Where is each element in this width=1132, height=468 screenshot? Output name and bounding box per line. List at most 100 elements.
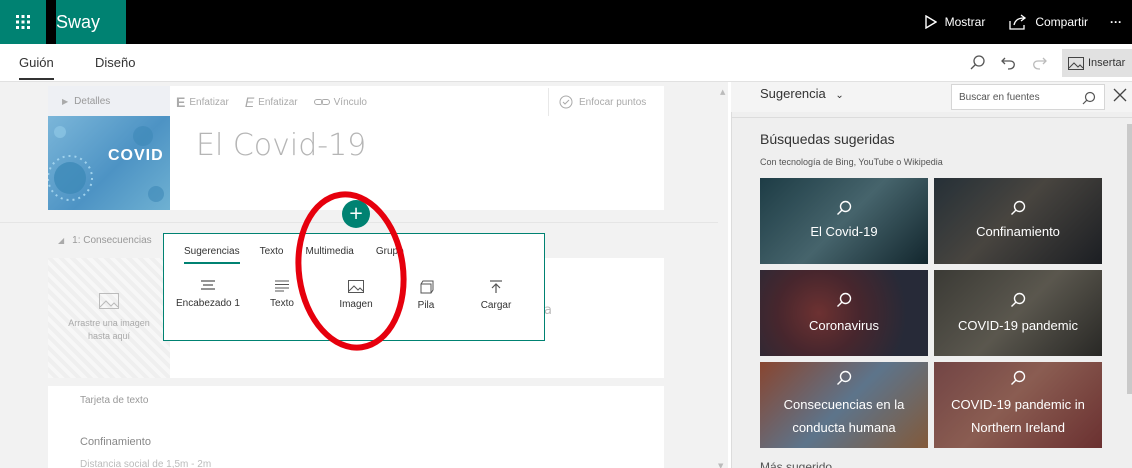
- text-card-heading[interactable]: Confinamiento: [80, 436, 151, 448]
- text-label: Texto: [270, 298, 294, 309]
- insert-card-popup: Sugerencias Texto Multimedia Grupo Encab…: [163, 233, 545, 341]
- insert-label: Insertar: [1088, 57, 1126, 69]
- share-label: Compartir: [1035, 15, 1088, 29]
- title-background-image[interactable]: COVID: [48, 116, 170, 210]
- storyline-scrollbar[interactable]: [718, 82, 728, 468]
- add-card-button[interactable]: +: [342, 200, 370, 228]
- focus-icon: [559, 95, 573, 109]
- format-toolbar: E Enfatizar E Enfatizar Vínculo: [176, 90, 367, 114]
- tile-label-line-1: Consecuencias en la: [783, 397, 905, 412]
- suggestion-tile-behaviour[interactable]: Consecuencias en la conducta humana: [760, 362, 928, 448]
- text-card-label: Tarjeta de texto: [80, 395, 149, 406]
- details-label: Detalles: [74, 95, 111, 107]
- emphasize-label: Enfatizar: [189, 96, 229, 108]
- ellipsis-icon: ···: [1110, 15, 1122, 29]
- story-title[interactable]: El Covid-19: [196, 128, 366, 163]
- share-icon: [1009, 14, 1027, 30]
- link-icon: [313, 99, 330, 105]
- focus-points-button[interactable]: Enfocar puntos: [548, 88, 662, 116]
- section-label: 1: Consecuencias: [72, 234, 152, 246]
- image-placeholder-icon: [99, 293, 119, 309]
- scroll-down-icon[interactable]: ▼: [718, 462, 723, 468]
- scroll-up-icon[interactable]: ▲: [720, 88, 725, 96]
- show-button[interactable]: Mostrar: [913, 0, 998, 44]
- tab-design[interactable]: Diseño: [95, 44, 135, 82]
- stack-option[interactable]: Pila: [390, 280, 462, 311]
- details-toggle[interactable]: ▶ Detalles: [48, 86, 170, 116]
- italic-e-icon: E: [244, 94, 255, 110]
- play-icon: [924, 15, 937, 29]
- image-drop-text: Arrastre una imagen hasta aquí: [68, 317, 150, 343]
- upload-option[interactable]: Cargar: [462, 280, 530, 311]
- heading-1-option[interactable]: Encabezado 1: [174, 280, 242, 311]
- text-option[interactable]: Texto: [242, 280, 322, 311]
- suggestion-tile-northern-ireland[interactable]: COVID-19 pandemic in Northern Ireland: [934, 362, 1102, 448]
- stack-label: Pila: [417, 300, 435, 311]
- top-actions: Mostrar Compartir ···: [913, 0, 1132, 44]
- search-icon[interactable]: [969, 54, 987, 72]
- upload-icon: [490, 280, 502, 293]
- text-card-body[interactable]: Distancia social de 1,5m - 2m: [80, 459, 211, 468]
- image-drop-zone[interactable]: Arrastre una imagen hasta aquí: [48, 258, 170, 378]
- upload-label: Cargar: [480, 300, 512, 311]
- tile-label-line-1: COVID-19 pandemic in: [951, 397, 1085, 412]
- popup-tab-group[interactable]: Grupo: [376, 244, 404, 264]
- undo-icon[interactable]: [1000, 54, 1018, 72]
- tile-label-line-2: conducta humana: [792, 420, 896, 435]
- search-icon: [1011, 200, 1026, 215]
- popup-tabs: Sugerencias Texto Multimedia Grupo: [184, 244, 404, 264]
- heading-icon: [201, 280, 215, 290]
- show-label: Mostrar: [944, 15, 986, 29]
- suggestion-tile-covid19[interactable]: El Covid-19: [760, 178, 928, 264]
- image-icon: [348, 280, 364, 293]
- suggestion-dropdown[interactable]: Sugerencia ⌄: [760, 86, 844, 101]
- more-options-button[interactable]: ···: [1100, 0, 1132, 44]
- suggestion-tile-covid19-pandemic[interactable]: COVID-19 pandemic: [934, 270, 1102, 356]
- app-title[interactable]: Sway: [56, 0, 126, 44]
- powered-by-text: Con tecnología de Bing, YouTube o Wikipe…: [760, 157, 943, 167]
- text-lines-icon: [275, 280, 289, 292]
- insert-button[interactable]: Insertar: [1062, 49, 1132, 77]
- link-label: Vínculo: [333, 96, 367, 108]
- suggestion-tile-confinamiento[interactable]: Confinamiento: [934, 178, 1102, 264]
- suggestion-tile-coronavirus[interactable]: Coronavirus: [760, 270, 928, 356]
- search-icon: [1011, 292, 1026, 307]
- tile-label: El Covid-19: [810, 224, 878, 239]
- link-button[interactable]: Vínculo: [313, 96, 367, 108]
- tile-label-line-2: Northern Ireland: [971, 420, 1065, 435]
- popup-tab-text[interactable]: Texto: [260, 244, 284, 264]
- search-icon: [1011, 370, 1026, 385]
- emphasize-button[interactable]: E Enfatizar: [176, 94, 229, 110]
- redo-icon[interactable]: [1030, 54, 1048, 72]
- tile-label: Confinamiento: [976, 224, 1060, 239]
- more-suggestions-heading: Más sugerido: [760, 460, 833, 468]
- popup-items: Encabezado 1 Texto Imagen Pila Cargar: [174, 280, 530, 311]
- top-bar: Sway Mostrar Compartir ···: [0, 0, 1132, 44]
- search-icon: [837, 292, 852, 307]
- close-icon[interactable]: [1113, 88, 1127, 102]
- bold-e-icon: E: [176, 94, 186, 110]
- popup-tab-suggestions[interactable]: Sugerencias: [184, 244, 240, 264]
- tile-overlay: [760, 270, 928, 356]
- app-launcher-button[interactable]: [0, 0, 46, 44]
- search-icon[interactable]: [1082, 91, 1096, 105]
- emphasize-italic-button[interactable]: E Enfatizar: [245, 94, 298, 110]
- caption-fragment: a: [544, 303, 552, 318]
- tile-label: Coronavirus: [808, 318, 880, 333]
- waffle-icon: [16, 15, 30, 29]
- share-button[interactable]: Compartir: [997, 0, 1100, 44]
- chevron-down-icon: ⌄: [835, 90, 844, 101]
- tab-storyline[interactable]: Guión: [19, 44, 54, 82]
- tile-overlay: [934, 270, 1102, 356]
- expand-triangle-icon: ▶: [62, 96, 69, 106]
- search-icon: [837, 200, 852, 215]
- source-search-input[interactable]: Buscar en fuentes: [951, 84, 1105, 110]
- tile-label: COVID-19 pandemic: [958, 318, 1078, 333]
- drop-text-line-1: Arrastre una imagen: [68, 318, 150, 328]
- image-option[interactable]: Imagen: [322, 280, 390, 311]
- emphasize-italic-label: Enfatizar: [258, 96, 298, 108]
- tab-bar: Guión Diseño Insertar: [0, 44, 1132, 82]
- popup-tab-media[interactable]: Multimedia: [306, 244, 354, 264]
- pane-scrollbar[interactable]: [1127, 124, 1132, 394]
- tile-overlay: [934, 178, 1102, 264]
